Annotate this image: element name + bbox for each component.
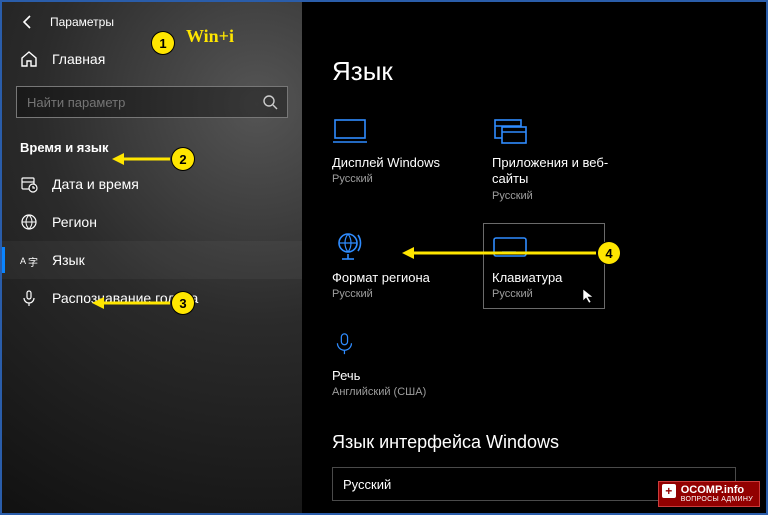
- tile-label: Дисплей Windows: [332, 155, 452, 171]
- tile-display[interactable]: Дисплей Windows Русский: [332, 115, 452, 202]
- annotation-badge-2: 2: [172, 148, 194, 170]
- tile-sub: Русский: [332, 173, 452, 185]
- microphone-icon: [332, 328, 368, 360]
- sidebar: Параметры Главная Время и язык Дата и вр…: [2, 2, 302, 513]
- dropdown-value: Русский: [343, 477, 391, 492]
- tile-sub: Английский (США): [332, 386, 452, 398]
- watermark-line2: ВОПРОСЫ АДМИНУ: [681, 496, 753, 503]
- tile-label: Клавиатура: [492, 270, 596, 286]
- sidebar-item-speech[interactable]: Распознавание голоса: [2, 279, 302, 317]
- section-interface-lang: Язык интерфейса Windows: [332, 432, 736, 453]
- annotation-badge-4: 4: [598, 242, 620, 264]
- search-input[interactable]: [16, 86, 288, 118]
- tile-apps-web[interactable]: Приложения и веб-сайты Русский: [492, 115, 612, 202]
- interface-lang-description: На этом языке будут показываться такие к…: [332, 511, 736, 513]
- tile-label: Формат региона: [332, 270, 452, 286]
- tile-label: Речь: [332, 368, 452, 384]
- tile-speech[interactable]: Речь Английский (США): [332, 328, 452, 398]
- annotation-badge-3: 3: [172, 292, 194, 314]
- home-label: Главная: [52, 51, 105, 67]
- calendar-clock-icon: [20, 175, 38, 193]
- nav-label: Регион: [52, 214, 97, 230]
- watermark: + OCOMP.info ВОПРОСЫ АДМИНУ: [658, 481, 760, 507]
- tile-keyboard[interactable]: Клавиатура Русский: [484, 224, 604, 308]
- window-title: Параметры: [50, 15, 114, 29]
- tile-sub: Русский: [492, 190, 612, 202]
- windows-icon: [492, 115, 528, 147]
- main-content: Язык Дисплей Windows Русский Приложения …: [302, 2, 766, 513]
- home-icon: [20, 50, 38, 68]
- watermark-line1: OCOMP.info: [681, 484, 753, 496]
- language-tiles: Дисплей Windows Русский Приложения и веб…: [332, 115, 736, 398]
- nav-label: Дата и время: [52, 176, 139, 192]
- sidebar-item-language[interactable]: A字 Язык: [2, 241, 302, 279]
- annotation-hint: Win+i: [186, 26, 234, 47]
- category-heading: Время и язык: [2, 128, 302, 165]
- svg-text:A: A: [20, 256, 26, 266]
- globe-icon: [20, 213, 38, 231]
- annotation-badge-1: 1: [152, 32, 174, 54]
- page-title: Язык: [332, 56, 736, 87]
- keyboard-icon: [492, 230, 528, 262]
- back-button[interactable]: [20, 14, 36, 30]
- plus-icon: +: [662, 484, 676, 498]
- globe-stand-icon: [332, 230, 368, 262]
- tile-label: Приложения и веб-сайты: [492, 155, 612, 188]
- svg-text:字: 字: [28, 256, 38, 269]
- sidebar-item-region[interactable]: Регион: [2, 203, 302, 241]
- microphone-icon: [20, 289, 38, 307]
- tile-region-format[interactable]: Формат региона Русский: [332, 230, 452, 300]
- language-icon: A字: [20, 251, 38, 269]
- tile-sub: Русский: [492, 288, 596, 300]
- tile-sub: Русский: [332, 288, 452, 300]
- nav-label: Язык: [52, 252, 85, 268]
- sidebar-item-date-time[interactable]: Дата и время: [2, 165, 302, 203]
- monitor-icon: [332, 115, 368, 147]
